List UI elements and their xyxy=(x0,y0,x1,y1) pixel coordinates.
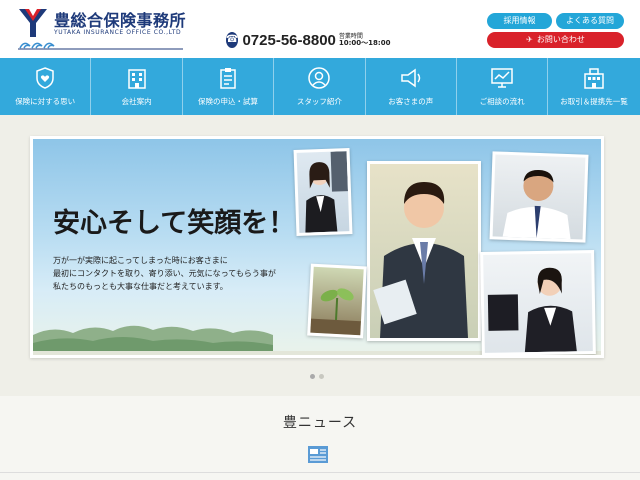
carousel-dot[interactable] xyxy=(310,374,315,379)
nav-label: スタッフ紹介 xyxy=(296,97,342,106)
contact-button-label: お問い合わせ xyxy=(536,35,585,44)
nav-item-partners[interactable]: お取引＆提携先一覧 xyxy=(548,58,639,115)
company-logo-icon[interactable] xyxy=(16,6,50,40)
staff-photo xyxy=(293,148,353,236)
nav-label: ご相談の流れ xyxy=(479,97,525,106)
faq-button[interactable]: よくある質問 xyxy=(556,13,624,29)
nav-item-staff[interactable]: スタッフ紹介 xyxy=(274,58,366,115)
nav-label: お取引＆提携先一覧 xyxy=(560,97,628,106)
monitor-chart-icon xyxy=(491,68,513,88)
site-header: 豊総合保険事務所 YUTAKA INSURANCE OFFICE CO.,LTD… xyxy=(0,0,640,58)
staff-photo xyxy=(480,250,596,355)
hero-copy-line: 万が一が実際に起こってしまった時にお客さまに xyxy=(53,256,228,265)
carousel-dot[interactable] xyxy=(319,374,324,379)
carousel-dots xyxy=(310,374,324,379)
business-hours: 営業時間 10:00〜18:00 xyxy=(339,33,391,47)
wave-decoration-icon xyxy=(18,42,183,50)
staff-photo xyxy=(489,151,589,243)
hero-copy: 万が一が実際に起こってしまった時にお客さまに 最初にコンタクトを取り、寄り添い、… xyxy=(53,254,276,293)
main-nav: 保険に対する思い 会社案内 保険の申込・試算 スタッフ紹介 お客さまの声 ご相談… xyxy=(0,58,640,115)
hero-copy-line: 最初にコンタクトを取り、寄り添い、元気になってもらう事が xyxy=(53,269,276,278)
office-icon xyxy=(584,68,604,89)
hours-time: 10:00〜18:00 xyxy=(338,39,391,47)
nav-item-application[interactable]: 保険の申込・試算 xyxy=(183,58,275,115)
staff-icon xyxy=(308,67,331,89)
send-icon: ✈ xyxy=(526,35,533,44)
phone-block[interactable]: ☎ 0725-56-8800 営業時間 10:00〜18:00 xyxy=(222,30,390,50)
nav-item-flow[interactable]: ご相談の流れ xyxy=(457,58,549,115)
news-title: 豊ニュース xyxy=(282,415,358,431)
divider xyxy=(0,472,640,473)
plant-photo xyxy=(307,263,367,339)
news-icon xyxy=(308,446,328,463)
phone-icon: ☎ xyxy=(226,32,239,48)
nav-item-voices[interactable]: お客さまの声 xyxy=(366,58,457,115)
hero-copy-line: 私たちのもっとも大事な仕事だと考えています。 xyxy=(53,282,228,291)
company-name-en: YUTAKA INSURANCE OFFICE CO.,LTD xyxy=(54,29,182,36)
megaphone-icon xyxy=(401,68,420,88)
building-icon xyxy=(127,69,146,89)
hero-slider[interactable]: 安心そして笑顔を！ 万が一が実際に起こってしまった時にお客さまに 最初にコンタク… xyxy=(30,136,604,358)
hero-headline: 安心そして笑顔を！ xyxy=(53,208,296,239)
nav-label: 保険に対する思い xyxy=(15,97,76,106)
nav-item-philosophy[interactable]: 保険に対する思い xyxy=(0,58,92,115)
nav-label: 保険の申込・試算 xyxy=(197,97,258,106)
staff-man-illustration xyxy=(373,182,468,338)
clipboard-icon xyxy=(220,68,236,89)
shield-heart-icon xyxy=(36,67,54,89)
nav-item-company[interactable]: 会社案内 xyxy=(91,58,183,115)
recruit-button[interactable]: 採用情報 xyxy=(487,13,552,29)
company-name[interactable]: 豊総合保険事務所 xyxy=(54,7,186,31)
contact-button[interactable]: ✈ お問い合わせ xyxy=(487,32,624,48)
nav-label: 会社案内 xyxy=(121,97,152,106)
nav-label: お客さまの声 xyxy=(388,97,434,106)
staff-man-smiling-illustration xyxy=(502,169,571,240)
staff-woman-illustration xyxy=(305,151,348,233)
hero-slide: 安心そして笑顔を！ 万が一が実際に起こってしまった時にお客さまに 最初にコンタク… xyxy=(33,139,601,355)
news-section xyxy=(0,396,640,480)
staff-photo xyxy=(367,161,481,341)
staff-woman-desk-illustration xyxy=(487,267,577,353)
sprout-illustration xyxy=(310,288,361,336)
phone-number[interactable]: 0725-56-8800 xyxy=(242,32,335,49)
